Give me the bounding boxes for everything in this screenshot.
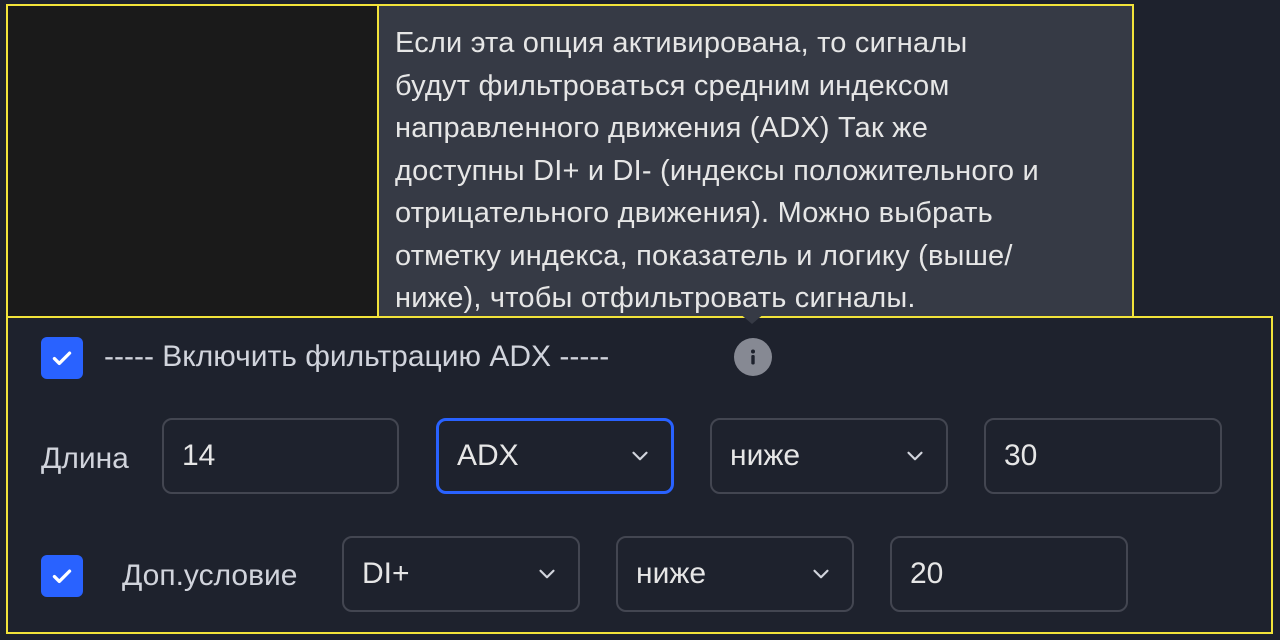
extra-indicator-select[interactable]: DI+ [342, 536, 580, 612]
logic-select[interactable]: ниже [710, 418, 948, 494]
chevron-down-icon [902, 443, 928, 469]
tooltip-line: направленного движения (ADX) Так же [395, 112, 929, 144]
dark-background-area [6, 4, 378, 316]
indicator-select-value: ADX [457, 439, 519, 472]
extra-indicator-select-value: DI+ [362, 557, 410, 590]
logic-select-value: ниже [730, 439, 801, 472]
extra-condition-label: Доп.условие [122, 559, 298, 592]
background-area [1134, 0, 1280, 316]
tooltip-arrow [738, 312, 766, 324]
tooltip-line: доступны DI+ и DI- (индексы положительно… [395, 154, 1039, 187]
checkmark-icon [52, 569, 72, 584]
chevron-down-icon [627, 443, 653, 469]
enable-adx-filter-checkbox[interactable] [41, 337, 83, 379]
threshold-value: 30 [1004, 439, 1038, 472]
tooltip-line: отрицательного движения). Можно выбрать [395, 197, 993, 229]
chevron-down-icon [808, 561, 834, 587]
info-icon[interactable] [734, 338, 772, 376]
extra-logic-select[interactable]: ниже [616, 536, 854, 612]
indicator-select[interactable]: ADX [436, 418, 674, 494]
adx-filter-title: ----- Включить фильтрацию ADX ----- [104, 340, 610, 373]
adx-filter-panel: ----- Включить фильтрацию ADX ----- Длин… [6, 316, 1273, 634]
tooltip-line: Если эта опция активирована, то сигналы [395, 27, 968, 59]
chevron-down-icon [534, 561, 560, 587]
settings-screen: Если эта опция активирована, то сигналы … [0, 0, 1280, 640]
tooltip-line: будут фильтроваться средним индексом [395, 69, 950, 102]
length-input[interactable]: 14 [162, 418, 399, 494]
tooltip-line: отметку индекса, показатель и логику (вы… [395, 239, 1013, 272]
threshold-input[interactable]: 30 [984, 418, 1222, 494]
length-label: Длина [41, 442, 129, 475]
adx-filter-tooltip: Если эта опция активирована, то сигналы … [377, 4, 1134, 318]
length-value: 14 [182, 439, 216, 472]
extra-threshold-value: 20 [910, 557, 944, 590]
checkmark-icon [52, 351, 72, 366]
extra-condition-checkbox[interactable] [41, 555, 83, 597]
extra-threshold-input[interactable]: 20 [890, 536, 1128, 612]
extra-logic-select-value: ниже [636, 557, 707, 590]
